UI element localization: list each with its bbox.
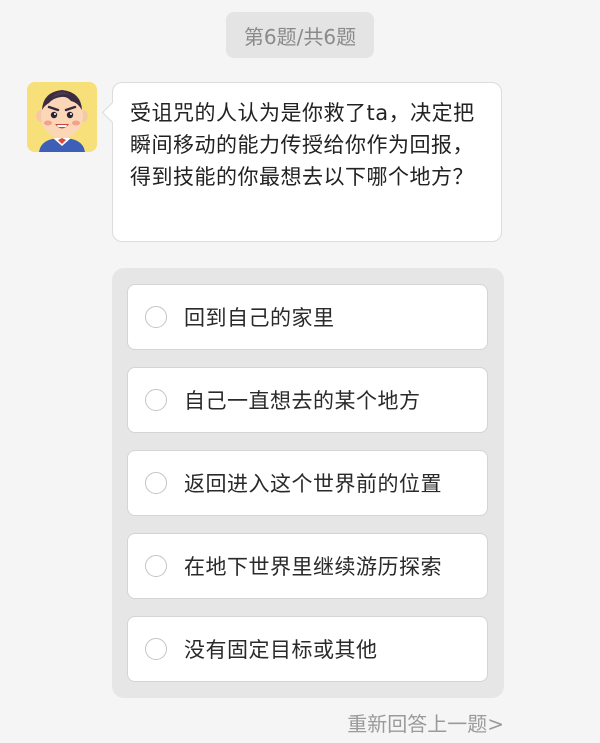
option-label: 返回进入这个世界前的位置 bbox=[184, 472, 442, 496]
question-text: 受诅咒的人认为是你救了ta，决定把瞬间移动的能力传授给你作为回报，得到技能的你最… bbox=[130, 101, 475, 189]
question-progress-badge: 第6题/共6题 bbox=[226, 12, 374, 58]
radio-icon[interactable] bbox=[145, 389, 167, 411]
option-2[interactable]: 自己一直想去的某个地方 bbox=[127, 367, 488, 433]
option-label: 自己一直想去的某个地方 bbox=[184, 389, 421, 413]
avatar bbox=[27, 82, 97, 152]
option-5[interactable]: 没有固定目标或其他 bbox=[127, 616, 488, 682]
option-3[interactable]: 返回进入这个世界前的位置 bbox=[127, 450, 488, 516]
option-label: 没有固定目标或其他 bbox=[184, 638, 378, 662]
redo-previous-question-link[interactable]: 重新回答上一题> bbox=[347, 708, 504, 737]
option-label: 回到自己的家里 bbox=[184, 306, 335, 330]
option-4[interactable]: 在地下世界里继续游历探索 bbox=[127, 533, 488, 599]
cartoon-boy-avatar-icon bbox=[27, 82, 97, 152]
option-1[interactable]: 回到自己的家里 bbox=[127, 284, 488, 350]
radio-icon[interactable] bbox=[145, 472, 167, 494]
option-label: 在地下世界里继续游历探索 bbox=[184, 555, 442, 579]
radio-icon[interactable] bbox=[145, 638, 167, 660]
question-bubble: 受诅咒的人认为是你救了ta，决定把瞬间移动的能力传授给你作为回报，得到技能的你最… bbox=[101, 82, 502, 242]
options-panel: 回到自己的家里 自己一直想去的某个地方 返回进入这个世界前的位置 在地下世界里继… bbox=[112, 268, 504, 698]
radio-icon[interactable] bbox=[145, 555, 167, 577]
bubble-tail bbox=[101, 101, 124, 124]
radio-icon[interactable] bbox=[145, 306, 167, 328]
